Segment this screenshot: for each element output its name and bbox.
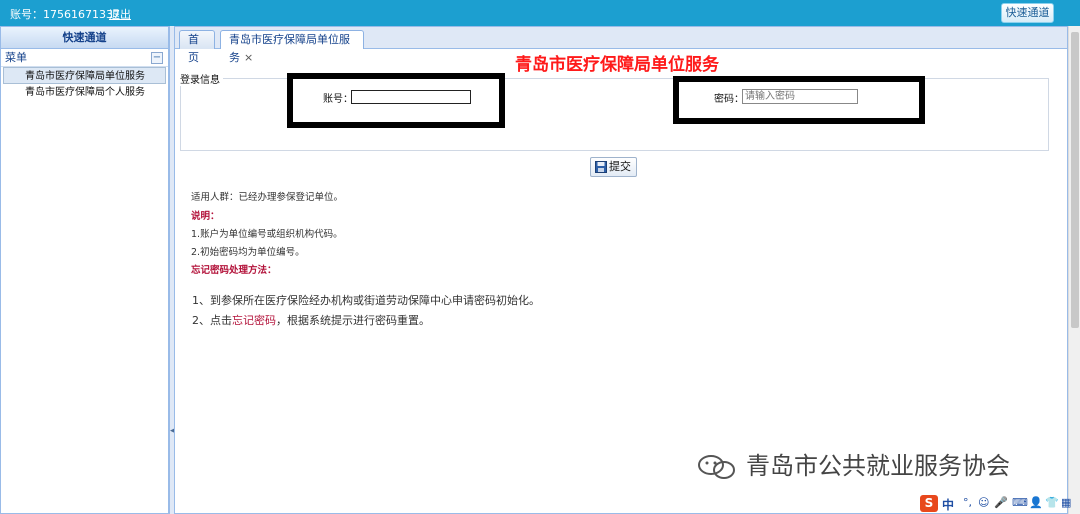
tab-home[interactable]: 首页 <box>179 30 215 64</box>
wechat-icon <box>696 453 740 481</box>
sogou-logo-icon[interactable]: S <box>920 495 938 512</box>
vertical-scrollbar[interactable] <box>1068 26 1080 514</box>
ime-mode-indicator[interactable]: 中 <box>942 496 954 513</box>
method-2: 2、点击忘记密码，根据系统提示进行密码重置。 <box>192 312 430 328</box>
login-legend: 登录信息 <box>180 71 223 86</box>
password-input[interactable] <box>742 89 858 104</box>
page-title: 青岛市医疗保障局单位服务 <box>515 55 719 75</box>
top-bar: 账号：17561671337 退出 快速通道 <box>0 0 1080 26</box>
submit-label: 提交 <box>609 160 631 173</box>
ime-toolbar: S 中 °, ☺ 🎤 ⌨ 👤 👕 ▦ <box>918 494 1074 514</box>
microphone-icon[interactable]: 🎤 <box>994 496 1008 509</box>
note-1: 1.账户为单位编号或组织机构代码。 <box>191 229 343 240</box>
watermark-text: 青岛市公共就业服务协会 <box>746 452 1010 480</box>
account-label: 账号： <box>323 94 353 105</box>
method-1: 1、到参保所在医疗保险经办机构或街道劳动保障中心申请密码初始化。 <box>192 294 540 307</box>
account-input[interactable] <box>351 90 471 104</box>
submit-button[interactable]: 提交 <box>590 157 637 177</box>
note-title: 说明： <box>191 211 220 222</box>
tab-unit-service[interactable]: 青岛市医疗保障局单位服务 × <box>220 30 364 64</box>
tab-home-label: 首页 <box>188 33 199 64</box>
note-2: 2.初始密码均为单位编号。 <box>191 247 305 258</box>
sidebar-item-personal-service[interactable]: 青岛市医疗保障局个人服务 <box>1 84 168 101</box>
password-label: 密码： <box>714 94 744 105</box>
skin-icon[interactable]: 👕 <box>1045 496 1059 509</box>
applicable-text: 适用人群：已经办理参保登记单位。 <box>191 192 344 203</box>
tab-strip: 首页 青岛市医疗保障局单位服务 × <box>175 27 1067 64</box>
forgot-password-link[interactable]: 忘记密码 <box>232 314 276 327</box>
sidebar: 快速通道 菜单 − 青岛市医疗保障局单位服务 青岛市医疗保障局个人服务 <box>0 26 169 514</box>
logout-link[interactable]: 退出 <box>109 6 131 22</box>
punctuation-icon[interactable]: °, <box>963 496 972 509</box>
menu-label: 菜单 <box>5 51 27 64</box>
main-panel: 首页 青岛市医疗保障局单位服务 × 青岛市医疗保障局单位服务 登录信息 账号： 密… <box>174 26 1068 514</box>
close-icon[interactable]: × <box>244 51 253 64</box>
toolbox-icon[interactable]: ▦ <box>1061 496 1071 509</box>
forgot-title: 忘记密码处理方法： <box>191 265 277 276</box>
emoji-icon[interactable]: ☺ <box>978 496 989 509</box>
quick-access-button[interactable]: 快速通道 <box>1001 3 1054 23</box>
sidebar-item-unit-service[interactable]: 青岛市医疗保障局单位服务 <box>3 67 166 84</box>
account-info: 账号：17561671337 <box>10 8 120 21</box>
watermark: 青岛市公共就业服务协会 <box>696 446 1010 481</box>
user-icon[interactable]: 👤 <box>1029 496 1043 509</box>
method-2-prefix: 2、点击 <box>192 314 232 327</box>
keyboard-icon[interactable]: ⌨ <box>1012 496 1028 509</box>
collapse-icon[interactable]: − <box>151 52 163 64</box>
scrollbar-thumb[interactable] <box>1071 32 1079 328</box>
method-2-suffix: ，根据系统提示进行密码重置。 <box>276 314 430 327</box>
menu-header: 菜单 − <box>1 49 168 67</box>
sidebar-title: 快速通道 <box>1 27 168 49</box>
save-icon <box>595 161 607 173</box>
